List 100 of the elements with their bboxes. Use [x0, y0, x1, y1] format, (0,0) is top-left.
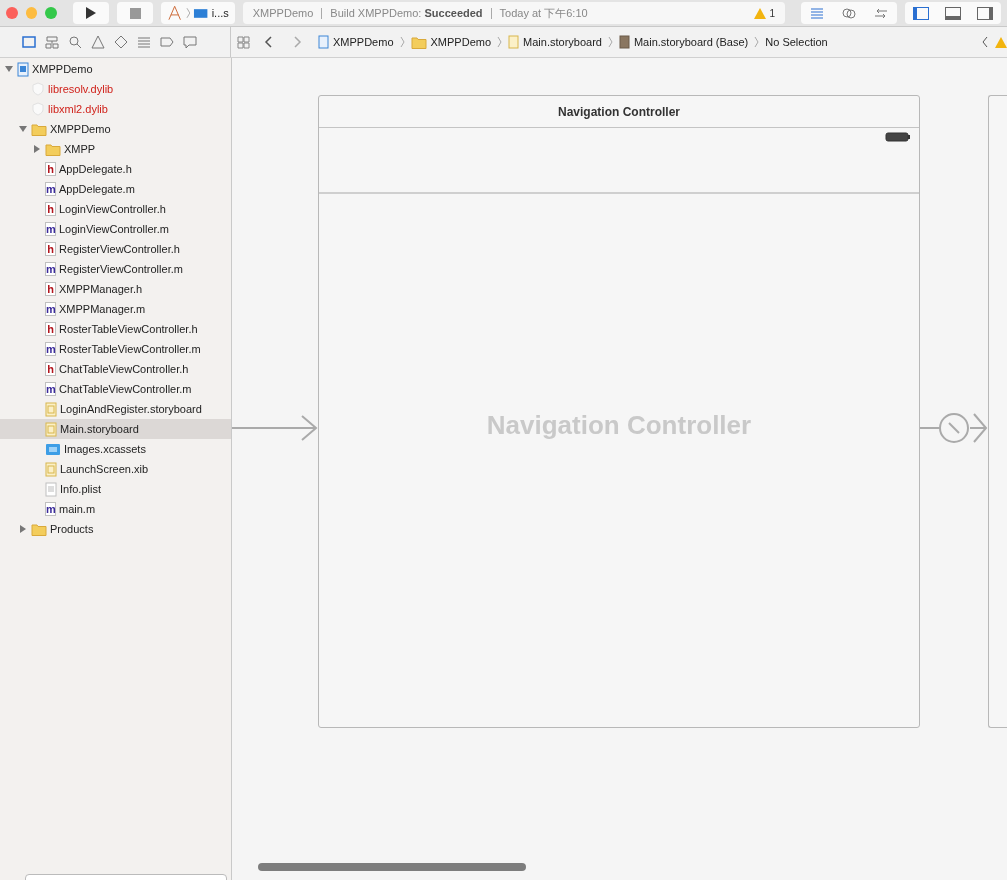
issue-navigator-tab[interactable] [91, 35, 105, 49]
file-name: RosterTableViewController.m [59, 343, 201, 355]
panel-icon [976, 5, 994, 21]
issue-navigator-icon [91, 35, 105, 49]
segue-arrow [920, 410, 990, 446]
assistant-editor-icon [841, 5, 857, 21]
header-file-icon: h [45, 202, 56, 216]
find-navigator-icon [68, 35, 82, 49]
chevron-icon [754, 36, 760, 48]
storyboard-file-icon [508, 35, 520, 49]
storyboard-file-icon [45, 461, 57, 477]
standard-editor-icon [809, 5, 825, 21]
file-row[interactable]: Products [0, 519, 231, 539]
chevron-icon [185, 7, 191, 19]
file-row[interactable]: h RosterTableViewController.h [0, 319, 231, 339]
close-button[interactable] [6, 7, 18, 19]
file-name: RosterTableViewController.h [59, 323, 198, 335]
file-row[interactable]: h LoginViewController.h [0, 199, 231, 219]
run-button[interactable] [73, 2, 110, 24]
header-file-icon: h [45, 162, 56, 176]
localized-file-icon [618, 35, 630, 49]
file-row[interactable]: h XMPPManager.h [0, 279, 231, 299]
file-name: RegisterViewController.m [59, 263, 183, 275]
file-row[interactable]: Info.plist [0, 479, 231, 499]
breakpoint-navigator-icon [160, 35, 174, 49]
stop-button[interactable] [117, 2, 154, 24]
symbol-navigator-tab[interactable] [45, 35, 59, 49]
file-row[interactable]: libxml2.dylib [0, 99, 231, 119]
device-icon [193, 7, 209, 19]
build-status: Build XMPPDemo: Succeeded [330, 7, 483, 19]
source-file-icon: m [45, 262, 56, 276]
file-name: LaunchScreen.xib [60, 463, 149, 475]
file-name: XMPPManager.m [59, 303, 146, 315]
file-row[interactable]: Images.xcassets [0, 439, 231, 459]
header-file-icon: h [45, 242, 56, 256]
breadcrumb-item[interactable]: Main.storyboard [508, 35, 602, 49]
header-file-icon: h [45, 362, 56, 376]
project-name: XMPPDemo [252, 7, 314, 19]
source-file-icon: m [45, 382, 56, 396]
file-row[interactable]: m AppDelegate.m [0, 179, 231, 199]
warning-count[interactable]: 1 [754, 7, 775, 19]
source-file-icon: m [45, 182, 56, 196]
zoom-button[interactable] [45, 7, 58, 19]
file-row[interactable]: LoginAndRegister.storyboard [0, 399, 231, 419]
file-row[interactable]: XMPP [0, 139, 231, 159]
file-name: AppDelegate.h [59, 163, 132, 175]
storyboard-file-icon [45, 421, 57, 437]
breadcrumb-item[interactable]: XMPPDemo [318, 35, 394, 49]
file-name: XMPP [64, 143, 96, 155]
file-row[interactable]: Main.storyboard [0, 419, 231, 439]
file-name: XMPPManager.h [59, 283, 143, 295]
breadcrumb-item[interactable]: XMPPDemo [410, 35, 492, 49]
breadcrumb-item[interactable]: No Selection [765, 36, 828, 48]
file-row[interactable]: libresolv.dylib [0, 79, 231, 99]
app-icon [167, 5, 183, 21]
file-row[interactable]: XMPPDemo [0, 59, 231, 79]
back-icon [981, 36, 989, 48]
file-row[interactable]: h RegisterViewController.h [0, 239, 231, 259]
file-row[interactable]: LaunchScreen.xib [0, 459, 231, 479]
forward-icon [292, 36, 302, 48]
plist-file-icon [45, 481, 57, 497]
file-row[interactable]: h AppDelegate.h [0, 159, 231, 179]
file-row[interactable]: m RosterTableViewController.m [0, 339, 231, 359]
file-row[interactable]: m RegisterViewController.m [0, 259, 231, 279]
file-name: libxml2.dylib [48, 103, 108, 115]
test-navigator-tab[interactable] [114, 35, 128, 49]
header-file-icon: h [45, 322, 56, 336]
panel-icon [912, 5, 930, 21]
file-name: LoginAndRegister.storyboard [60, 403, 202, 415]
project-file-icon [17, 61, 29, 77]
file-row[interactable]: m ChatTableViewController.m [0, 379, 231, 399]
battery-icon [885, 132, 911, 142]
warning-icon [995, 36, 1007, 48]
asset-catalog-icon [45, 442, 61, 456]
file-name: LoginViewController.m [59, 223, 169, 235]
file-row[interactable]: XMPPDemo [0, 119, 231, 139]
breadcrumb-item[interactable]: Main.storyboard (Base) [618, 35, 749, 49]
breakpoint-navigator-tab[interactable] [160, 35, 174, 49]
find-navigator-tab[interactable] [68, 35, 82, 49]
file-row[interactable]: h ChatTableViewController.h [0, 359, 231, 379]
report-navigator-tab[interactable] [183, 35, 197, 49]
test-navigator-icon [114, 35, 128, 49]
debug-navigator-tab[interactable] [137, 35, 151, 49]
scrollbar[interactable] [258, 863, 526, 871]
source-file-icon: m [45, 222, 56, 236]
file-row[interactable]: m LoginViewController.m [0, 219, 231, 239]
project-navigator-tab[interactable] [22, 35, 36, 49]
file-name: Main.storyboard [60, 423, 139, 435]
library-icon [31, 82, 45, 96]
file-row[interactable]: m main.m [0, 499, 231, 519]
folder-icon [45, 142, 61, 156]
file-name: main.m [59, 503, 96, 515]
file-name: Products [50, 523, 94, 535]
folder-icon [410, 35, 427, 49]
library-icon [31, 102, 45, 116]
source-file-icon: m [45, 302, 56, 316]
scheme-selector[interactable]: i...s [161, 2, 235, 24]
build-time: Today at 下午6:10 [499, 5, 588, 21]
file-row[interactable]: m XMPPManager.m [0, 299, 231, 319]
project-navigator-icon [22, 35, 36, 49]
